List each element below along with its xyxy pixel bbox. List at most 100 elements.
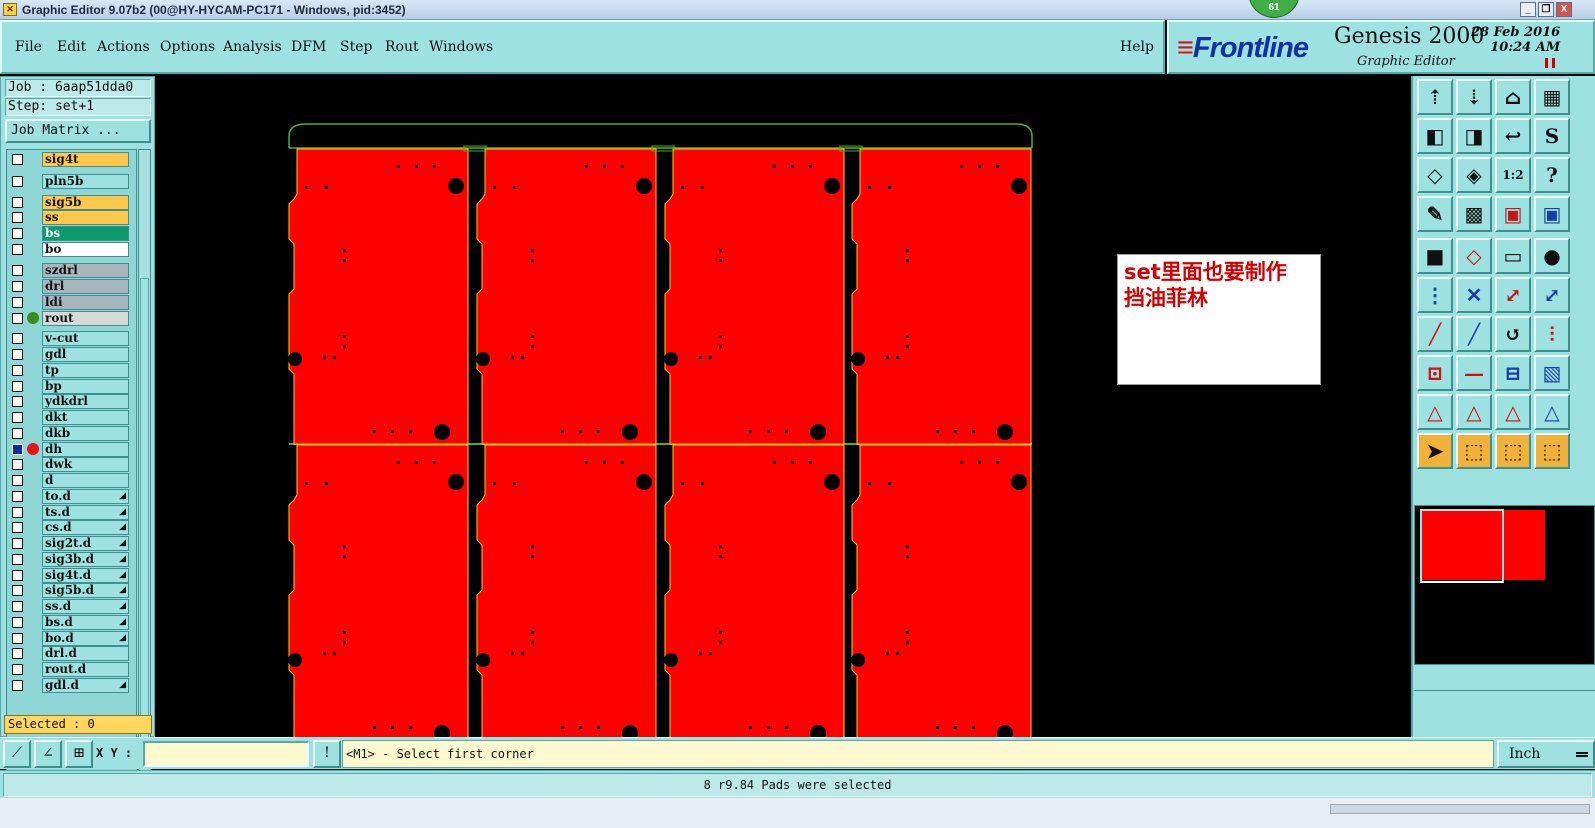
layer-name[interactable]: rout.d	[42, 662, 129, 677]
menu-windows[interactable]: Windows	[429, 39, 493, 55]
layer-row[interactable]: sig5b	[8, 195, 136, 210]
layer-row[interactable]: szdrl	[8, 263, 136, 278]
menu-options[interactable]: Options	[160, 39, 215, 55]
layer-name[interactable]: szdrl	[42, 263, 129, 278]
cross-button[interactable]: ✕	[1456, 277, 1492, 313]
layer-row[interactable]: bs.d ◢	[8, 615, 136, 630]
layer-name[interactable]: bs	[42, 226, 129, 241]
units-select[interactable]: Inch	[1497, 740, 1595, 768]
menu-edit[interactable]: Edit	[57, 39, 86, 55]
layer-checkbox[interactable]	[12, 538, 23, 549]
undo-zoom-button[interactable]: ↩	[1495, 118, 1531, 154]
layer-checkbox[interactable]	[12, 176, 23, 187]
ruler-button[interactable]: ▭	[1495, 238, 1531, 274]
layer-checkbox[interactable]	[12, 507, 23, 518]
layer-name[interactable]: ts.d ◢	[42, 505, 129, 520]
layer-checkbox[interactable]	[12, 491, 23, 502]
layer-checkbox[interactable]	[12, 428, 23, 439]
measure-button[interactable]: ✎	[1417, 196, 1453, 232]
pause-icon[interactable]	[1545, 58, 1555, 68]
layer-name[interactable]: gdl	[42, 347, 129, 362]
layers-blue-button[interactable]: ▣	[1534, 196, 1570, 232]
line-blue-button[interactable]: ⤢	[1534, 277, 1570, 313]
layer-row[interactable]: d	[8, 473, 136, 488]
window-fit-button[interactable]: ▦	[1534, 79, 1570, 115]
select-pointer-button[interactable]: ➤	[1417, 433, 1453, 469]
layer-name[interactable]: dkb	[42, 426, 129, 441]
layer-checkbox[interactable]	[12, 365, 23, 376]
layer-name[interactable]: drl	[42, 279, 129, 294]
menu-help[interactable]: Help	[1120, 39, 1154, 55]
layer-name[interactable]: sig2t.d ◢	[42, 536, 129, 551]
layer-name[interactable]: ss.d ◢	[42, 599, 129, 614]
select-route-button[interactable]: ⬚	[1534, 433, 1570, 469]
polygon-button[interactable]: ◇	[1456, 238, 1492, 274]
layer-row[interactable]: rout	[8, 311, 136, 326]
dash-button[interactable]: —	[1456, 355, 1492, 391]
layer-row[interactable]: bp	[8, 379, 136, 394]
maximize-button[interactable]: ❐	[1538, 2, 1554, 17]
menu-rout[interactable]: Rout	[385, 39, 419, 55]
layer-row[interactable]: ts.d ◢	[8, 505, 136, 520]
layer-name[interactable]: bp	[42, 379, 129, 394]
layer-checkbox[interactable]	[12, 349, 23, 360]
layer-row[interactable]: gdl.d ◢	[8, 678, 136, 693]
layer-checkbox[interactable]	[12, 601, 23, 612]
snap-button[interactable]: S	[1534, 118, 1570, 154]
net-button[interactable]: ⋮	[1417, 277, 1453, 313]
layer-name[interactable]: ldi	[42, 295, 129, 310]
layer-checkbox[interactable]	[12, 444, 23, 455]
layer-row[interactable]: bs	[8, 226, 136, 241]
slash-blue-button[interactable]: ╱	[1456, 316, 1492, 352]
layer-checkbox[interactable]	[12, 297, 23, 308]
select-box-button[interactable]: ⬚	[1456, 433, 1492, 469]
query-button[interactable]: ?	[1534, 157, 1570, 193]
scale-1to2-button[interactable]: 1:2	[1495, 157, 1531, 193]
layer-row[interactable]: cs.d ◢	[8, 520, 136, 535]
layer-name[interactable]: drl.d	[42, 646, 129, 661]
layer-checkbox[interactable]	[12, 281, 23, 292]
menu-file[interactable]: File	[15, 39, 42, 55]
layer-row[interactable]: ss	[8, 210, 136, 225]
layer-name[interactable]: dkt	[42, 410, 129, 425]
layer-row[interactable]: bo	[8, 242, 136, 257]
layer-name[interactable]: dh	[42, 442, 129, 457]
layer-name[interactable]: sig5b.d ◢	[42, 583, 129, 598]
fit-all-button[interactable]: ◇	[1417, 157, 1453, 193]
layer-name[interactable]: pln5b	[42, 174, 129, 189]
layer-name[interactable]: sig4t.d ◢	[42, 568, 129, 583]
overview-map[interactable]	[1414, 505, 1595, 665]
xy-input[interactable]	[143, 741, 309, 767]
layer-checkbox[interactable]	[12, 265, 23, 276]
layer-name[interactable]: bo.d ◢	[42, 631, 129, 646]
fit-profile-button[interactable]: ◈	[1456, 157, 1492, 193]
layer-name[interactable]: bs.d ◢	[42, 615, 129, 630]
layer-row[interactable]: dwk	[8, 457, 136, 472]
layer-name[interactable]: ydkdrl	[42, 394, 129, 409]
grid-mode-button[interactable]: ⊞	[65, 740, 93, 768]
layer-name[interactable]: d	[42, 473, 129, 488]
layer-row[interactable]: drl	[8, 279, 136, 294]
grid-button[interactable]: ▩	[1456, 196, 1492, 232]
align-button[interactable]: ⊟	[1495, 355, 1531, 391]
menu-dfm[interactable]: DFM	[291, 39, 326, 55]
layer-checkbox[interactable]	[12, 617, 23, 628]
layer-name[interactable]: bo	[42, 242, 129, 257]
layer-name[interactable]: gdl.d ◢	[42, 678, 129, 693]
layer-row[interactable]: ldi	[8, 295, 136, 310]
layer-checkbox[interactable]	[12, 228, 23, 239]
layer-row[interactable]: ss.d ◢	[8, 599, 136, 614]
layer-checkbox[interactable]	[12, 648, 23, 659]
dot-button[interactable]: ●	[1534, 238, 1570, 274]
scrollbar-thumb[interactable]	[140, 278, 149, 758]
zoom-in-button[interactable]: ⇣	[1456, 79, 1492, 115]
layer-name[interactable]: sig4t	[42, 152, 129, 167]
layer-checkbox[interactable]	[12, 680, 23, 691]
layer-checkbox[interactable]	[12, 585, 23, 596]
bang-button[interactable]: !	[313, 740, 341, 768]
graphic-canvas[interactable]	[156, 76, 1409, 737]
layer-row[interactable]: dkt	[8, 410, 136, 425]
layer-name[interactable]: rout	[42, 311, 129, 326]
layer-name[interactable]: dwk	[42, 457, 129, 472]
layer-row[interactable]: sig4t.d ◢	[8, 568, 136, 583]
